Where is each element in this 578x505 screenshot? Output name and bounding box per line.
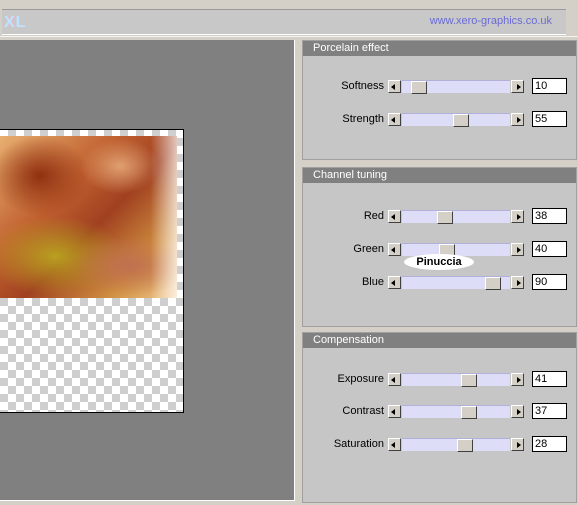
arrow-left-icon[interactable] (388, 373, 401, 386)
website-link[interactable]: www.xero-graphics.co.uk (430, 15, 552, 27)
slider-label: Green (353, 243, 384, 255)
arrow-right-icon[interactable] (511, 243, 524, 256)
slider-thumb[interactable] (411, 81, 428, 94)
slider-label: Contrast (342, 405, 384, 417)
strength-value-field[interactable]: 55 (532, 111, 567, 127)
slider-track[interactable] (402, 438, 510, 452)
slider-thumb[interactable] (484, 277, 501, 290)
red-value-field[interactable]: 38 (532, 208, 567, 224)
arrow-left-icon[interactable] (388, 276, 401, 289)
slider-row-softness: Softness 10 (303, 78, 576, 96)
slider-label: Exposure (337, 373, 384, 385)
saturation-slider[interactable] (388, 438, 524, 452)
panel-title: Channel tuning (303, 168, 576, 183)
slider-row-strength: Strength 55 (303, 111, 576, 129)
slider-track[interactable] (402, 113, 510, 127)
slider-track[interactable] (402, 373, 510, 387)
softness-value-field[interactable]: 10 (532, 78, 567, 94)
blue-slider[interactable] (388, 276, 524, 290)
slider-label: Softness (341, 80, 384, 92)
arrow-right-icon[interactable] (511, 438, 524, 451)
slider-thumb[interactable] (457, 439, 474, 452)
softness-slider[interactable] (388, 80, 524, 94)
slider-row-saturation: Saturation 28 (303, 436, 576, 454)
arrow-right-icon[interactable] (511, 276, 524, 289)
slider-thumb[interactable] (436, 211, 453, 224)
app-logo: XL (4, 14, 27, 31)
preview-canvas (0, 129, 184, 413)
arrow-left-icon[interactable] (388, 405, 401, 418)
slider-thumb[interactable] (460, 374, 477, 387)
slider-label: Strength (342, 113, 384, 125)
exposure-slider[interactable] (388, 373, 524, 387)
panel-compensation: Compensation Exposure 41 Contrast 37 Sat… (302, 332, 577, 503)
slider-track[interactable] (402, 80, 510, 94)
arrow-left-icon[interactable] (388, 210, 401, 223)
contrast-slider[interactable] (388, 405, 524, 419)
slider-track[interactable] (402, 276, 510, 290)
contrast-value-field[interactable]: 37 (532, 403, 567, 419)
arrow-left-icon[interactable] (388, 113, 401, 126)
arrow-right-icon[interactable] (511, 210, 524, 223)
slider-row-blue: Blue 90 (303, 274, 576, 292)
blue-value-field[interactable]: 90 (532, 274, 567, 290)
arrow-left-icon[interactable] (388, 243, 401, 256)
strength-slider[interactable] (388, 113, 524, 127)
panel-title: Compensation (303, 333, 576, 348)
green-value-field[interactable]: 40 (532, 241, 567, 257)
slider-track[interactable] (402, 210, 510, 224)
panel-title: Porcelain effect (303, 41, 576, 56)
slider-label: Saturation (333, 438, 384, 450)
slider-row-contrast: Contrast 37 (303, 403, 576, 421)
arrow-right-icon[interactable] (511, 405, 524, 418)
arrow-right-icon[interactable] (511, 80, 524, 93)
watermark-label: Pinuccia (404, 254, 474, 270)
header-banner: XL www.xero-graphics.co.uk (2, 9, 566, 35)
exposure-value-field[interactable]: 41 (532, 371, 567, 387)
arrow-right-icon[interactable] (511, 373, 524, 386)
slider-row-red: Red 38 (303, 208, 576, 226)
slider-label: Blue (361, 276, 384, 288)
slider-row-exposure: Exposure 41 (303, 371, 576, 389)
preview-pane (0, 40, 295, 501)
red-slider[interactable] (388, 210, 524, 224)
arrow-right-icon[interactable] (511, 113, 524, 126)
slider-label: Red (363, 210, 384, 222)
panel-porcelain-effect: Porcelain effect Softness 10 Strength 55 (302, 40, 577, 160)
arrow-left-icon[interactable] (388, 438, 401, 451)
arrow-left-icon[interactable] (388, 80, 401, 93)
slider-thumb[interactable] (460, 406, 477, 419)
saturation-value-field[interactable]: 28 (532, 436, 567, 452)
slider-track[interactable] (402, 405, 510, 419)
slider-thumb[interactable] (452, 114, 469, 127)
title-bar: XL www.xero-graphics.co.uk (0, 0, 578, 37)
panel-channel-tuning: Channel tuning Red 38 Green 40 Blue 90 (302, 167, 577, 327)
preview-image (0, 136, 177, 298)
